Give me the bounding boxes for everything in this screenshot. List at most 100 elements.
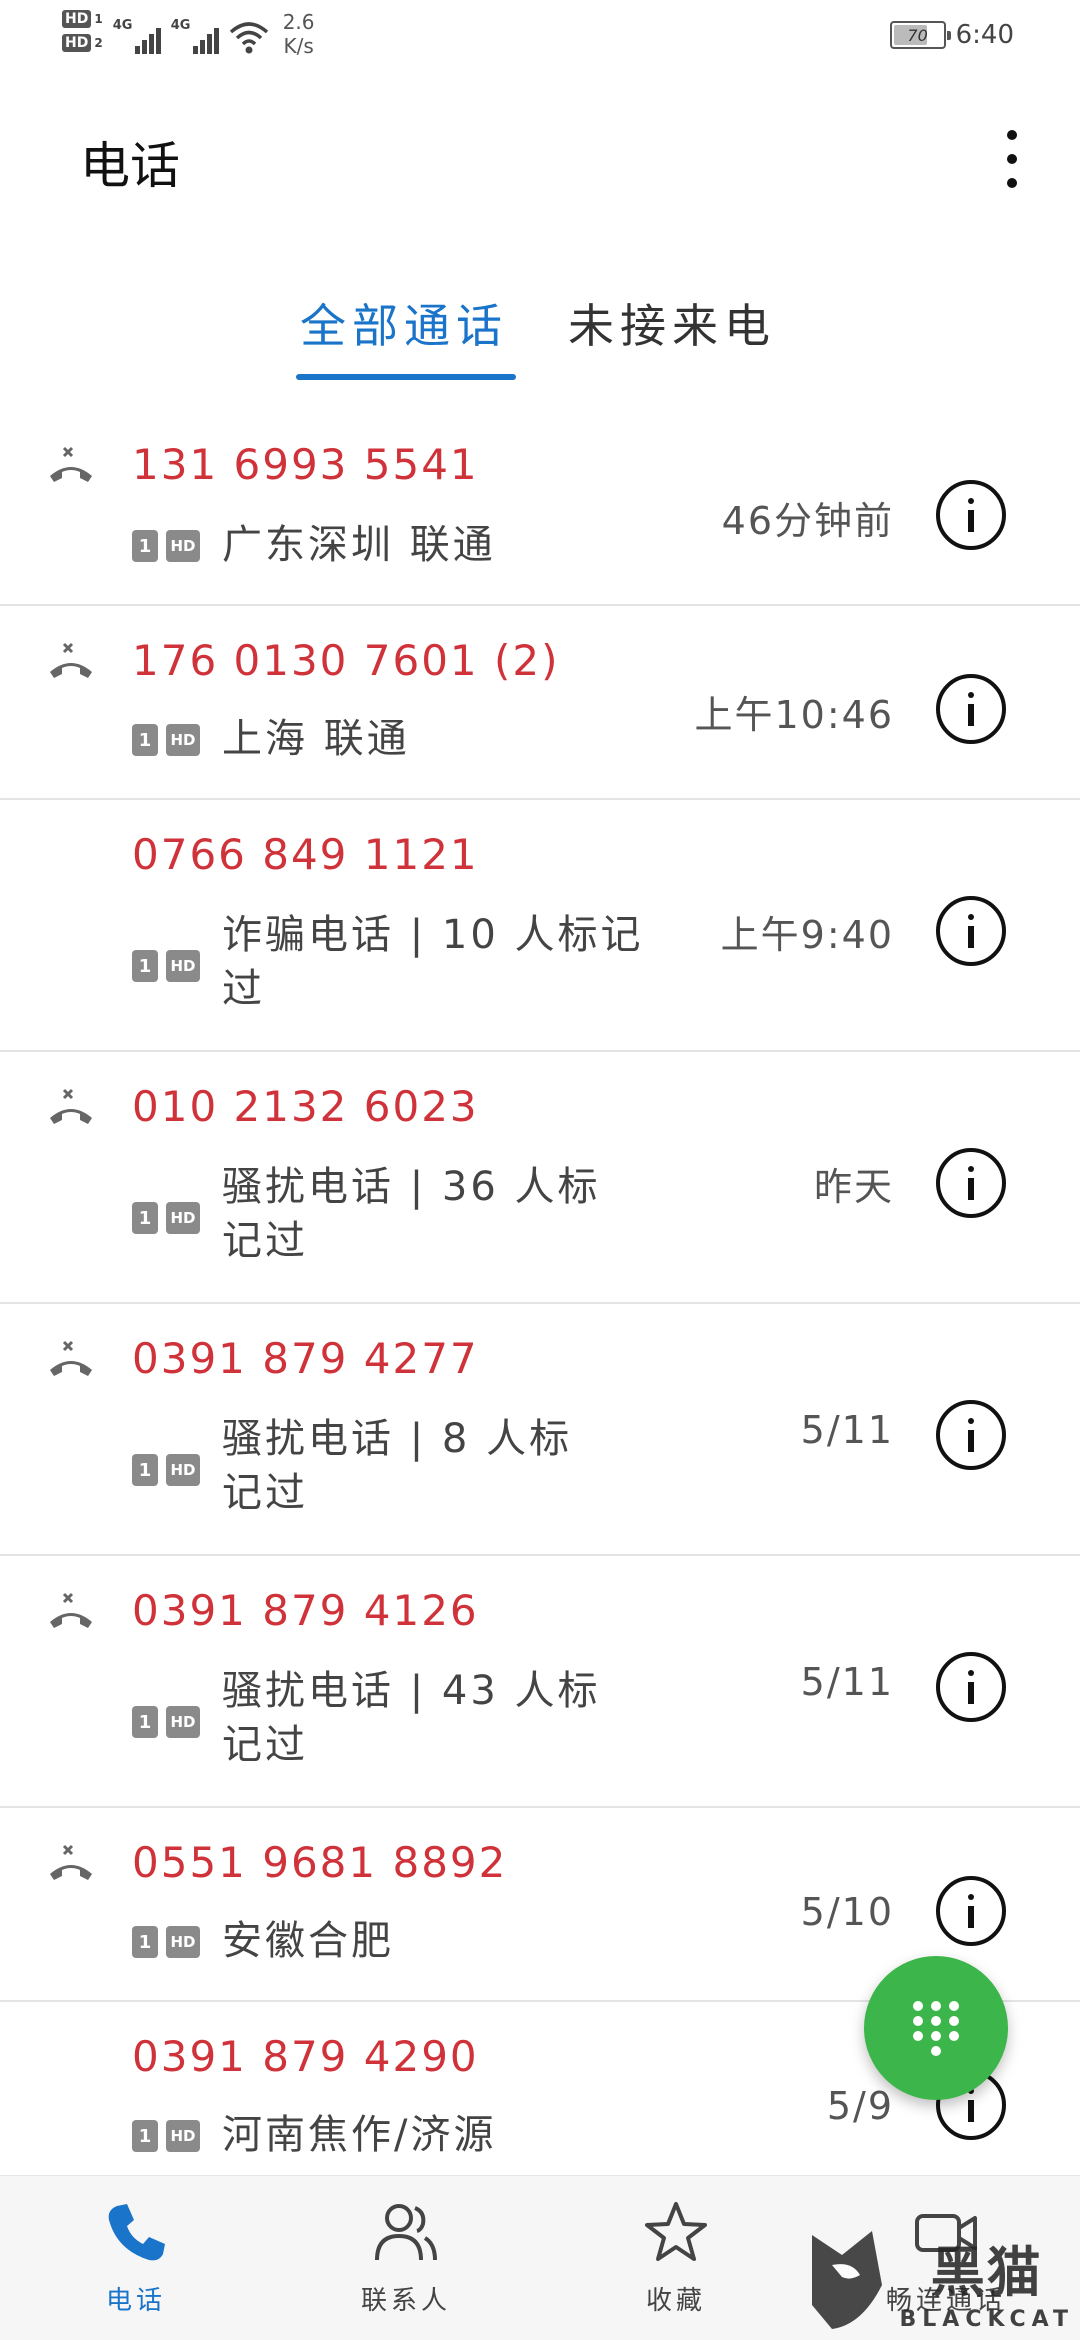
caller-number: 0551 9681 8892: [132, 1838, 508, 1887]
call-log-row[interactable]: 176 0130 7601 (2) 1 HD 上海 联通 上午10:46: [0, 606, 1080, 800]
phone-icon: [108, 2204, 165, 2261]
battery-level: 70: [907, 25, 928, 45]
status-bar: HD 1 HD 2 4G 4G 2.6 K/s 70 6:40: [0, 0, 1080, 80]
dialpad-button[interactable]: [864, 1956, 1008, 2100]
hd-badge: HD: [166, 950, 200, 982]
sim-badges: 1 HD: [132, 1706, 200, 1738]
caller-tag: 骚扰电话 | 36 人标 记过: [222, 1160, 601, 1268]
sim-badges: 1 HD: [132, 1926, 200, 1958]
wifi-icon: [229, 22, 268, 54]
call-time: 46分钟前: [721, 499, 894, 543]
signal-2-icon: 4G: [171, 18, 219, 54]
call-tabs: 全部通话 未接来电: [0, 290, 1080, 380]
call-time: 上午10:46: [694, 693, 894, 737]
caller-location: 广东深圳 联通: [222, 522, 496, 568]
nav-contacts[interactable]: 联系人: [306, 2198, 506, 2317]
sim-badge: 1: [132, 2120, 158, 2152]
missed-call-icon: [50, 1340, 92, 1376]
caller-number: 131 6993 5541: [132, 440, 479, 489]
call-info-button[interactable]: [936, 1148, 1006, 1218]
caller-number: 0391 879 4290: [132, 2032, 479, 2081]
watermark-cn: 黑猫: [930, 2241, 1043, 2304]
hd-badge: HD: [166, 530, 200, 562]
info-icon: [968, 1670, 974, 1704]
call-time: 5/9: [826, 2084, 894, 2128]
info-icon: [968, 1418, 974, 1452]
call-info-button[interactable]: [936, 896, 1006, 966]
missed-call-icon: [50, 642, 92, 678]
caller-tag-line1: 骚扰电话 | 43 人标: [222, 1668, 601, 1714]
status-left: HD 1 HD 2 4G 4G 2.6 K/s: [62, 10, 315, 58]
sim-badge: 1: [132, 1926, 158, 1958]
hd-badge: HD: [166, 1202, 200, 1234]
more-options-button[interactable]: [992, 124, 1032, 194]
dialpad-icon: [913, 2001, 959, 2056]
sim-badges: 1 HD: [132, 1454, 200, 1486]
sim-badge: 1: [132, 530, 158, 562]
watermark-logo: 黑猫 BLACKCAT: [800, 2220, 1080, 2340]
app-bar: 电话: [0, 110, 1080, 210]
tab-missed-calls[interactable]: 未接来电: [568, 290, 776, 356]
page-title: 电话: [80, 137, 180, 195]
status-time: 6:40: [955, 20, 1014, 50]
call-info-button[interactable]: [936, 480, 1006, 550]
caller-location: 河南焦作/济源: [222, 2112, 497, 2158]
network-1-type: 4G: [112, 18, 133, 33]
call-info-button[interactable]: [936, 1652, 1006, 1722]
caller-tag-line2: 记过: [222, 1470, 308, 1516]
nav-phone[interactable]: 电话: [36, 2198, 236, 2317]
caller-tag-line2: 记过: [222, 1722, 308, 1768]
caller-number: 0766 849 1121: [132, 830, 479, 879]
caller-tag-line1: 诈骗电话 | 10 人标记: [222, 912, 644, 958]
caller-number: 010 2132 6023: [132, 1082, 479, 1131]
sim-badges: 1 HD: [132, 950, 200, 982]
call-info-button[interactable]: [936, 674, 1006, 744]
nav-phone-label: 电话: [105, 2286, 166, 2316]
hd-badge: HD: [166, 1706, 200, 1738]
contacts-icon: [375, 2204, 437, 2261]
hd-badge: HD: [166, 724, 200, 756]
nav-favorites[interactable]: 收藏: [576, 2198, 776, 2317]
network-speed: 2.6 K/s: [283, 10, 315, 58]
caller-number: 0391 879 4126: [132, 1586, 479, 1635]
hd-badge: HD: [166, 1454, 200, 1486]
star-icon: [645, 2202, 707, 2261]
caller-tag-line1: 骚扰电话 | 36 人标: [222, 1164, 601, 1210]
sim-badges: 1 HD: [132, 2120, 200, 2152]
network-speed-value: 2.6: [282, 10, 315, 34]
signal-1-icon: 4G: [113, 18, 161, 54]
caller-tag: 骚扰电话 | 43 人标 记过: [222, 1664, 601, 1772]
caller-tag-line1: 骚扰电话 | 8 人标: [222, 1416, 573, 1462]
call-info-button[interactable]: [936, 1876, 1006, 1946]
hd-1-label: HD: [62, 10, 92, 28]
hd-2-sim: 2: [94, 36, 103, 50]
hd-indicators: HD 1 HD 2: [62, 10, 103, 52]
info-icon: [968, 1166, 974, 1200]
caller-tag-line2: 记过: [222, 1218, 308, 1264]
call-log-row[interactable]: 010 2132 6023 1 HD 骚扰电话 | 36 人标 记过 昨天: [0, 1052, 1080, 1304]
call-info-button[interactable]: [936, 1400, 1006, 1470]
hd-indicator-2: HD 2: [62, 34, 103, 52]
call-log-row[interactable]: 0766 849 1121 1 HD 诈骗电话 | 10 人标记 过 上午9:4…: [0, 800, 1080, 1052]
call-log-row[interactable]: 131 6993 5541 1 HD 广东深圳 联通 46分钟前: [0, 410, 1080, 606]
call-time: 上午9:40: [720, 913, 894, 957]
sim-badges: 1 HD: [132, 530, 200, 562]
network-speed-unit: K/s: [283, 34, 314, 58]
hd-badge: HD: [166, 1926, 200, 1958]
network-2-type: 4G: [170, 18, 191, 33]
tab-all-calls[interactable]: 全部通话: [300, 290, 508, 356]
status-right: 70 6:40: [889, 20, 1014, 50]
caller-tag: 诈骗电话 | 10 人标记 过: [222, 908, 644, 1016]
call-log-row[interactable]: 0391 879 4126 1 HD 骚扰电话 | 43 人标 记过 5/11: [0, 1556, 1080, 1808]
call-log-row[interactable]: 0391 879 4277 1 HD 骚扰电话 | 8 人标 记过 5/11: [0, 1304, 1080, 1556]
sim-badge: 1: [132, 1706, 158, 1738]
info-icon: [968, 1894, 974, 1928]
call-time: 5/11: [800, 1660, 894, 1704]
hd-1-sim: 1: [94, 12, 103, 26]
watermark-en: BLACKCAT: [899, 2307, 1074, 2332]
info-icon: [968, 498, 974, 532]
call-time: 5/10: [800, 1890, 894, 1934]
sim-badge: 1: [132, 950, 158, 982]
caller-tag: 骚扰电话 | 8 人标 记过: [222, 1412, 572, 1520]
sim-badge: 1: [132, 1202, 158, 1234]
